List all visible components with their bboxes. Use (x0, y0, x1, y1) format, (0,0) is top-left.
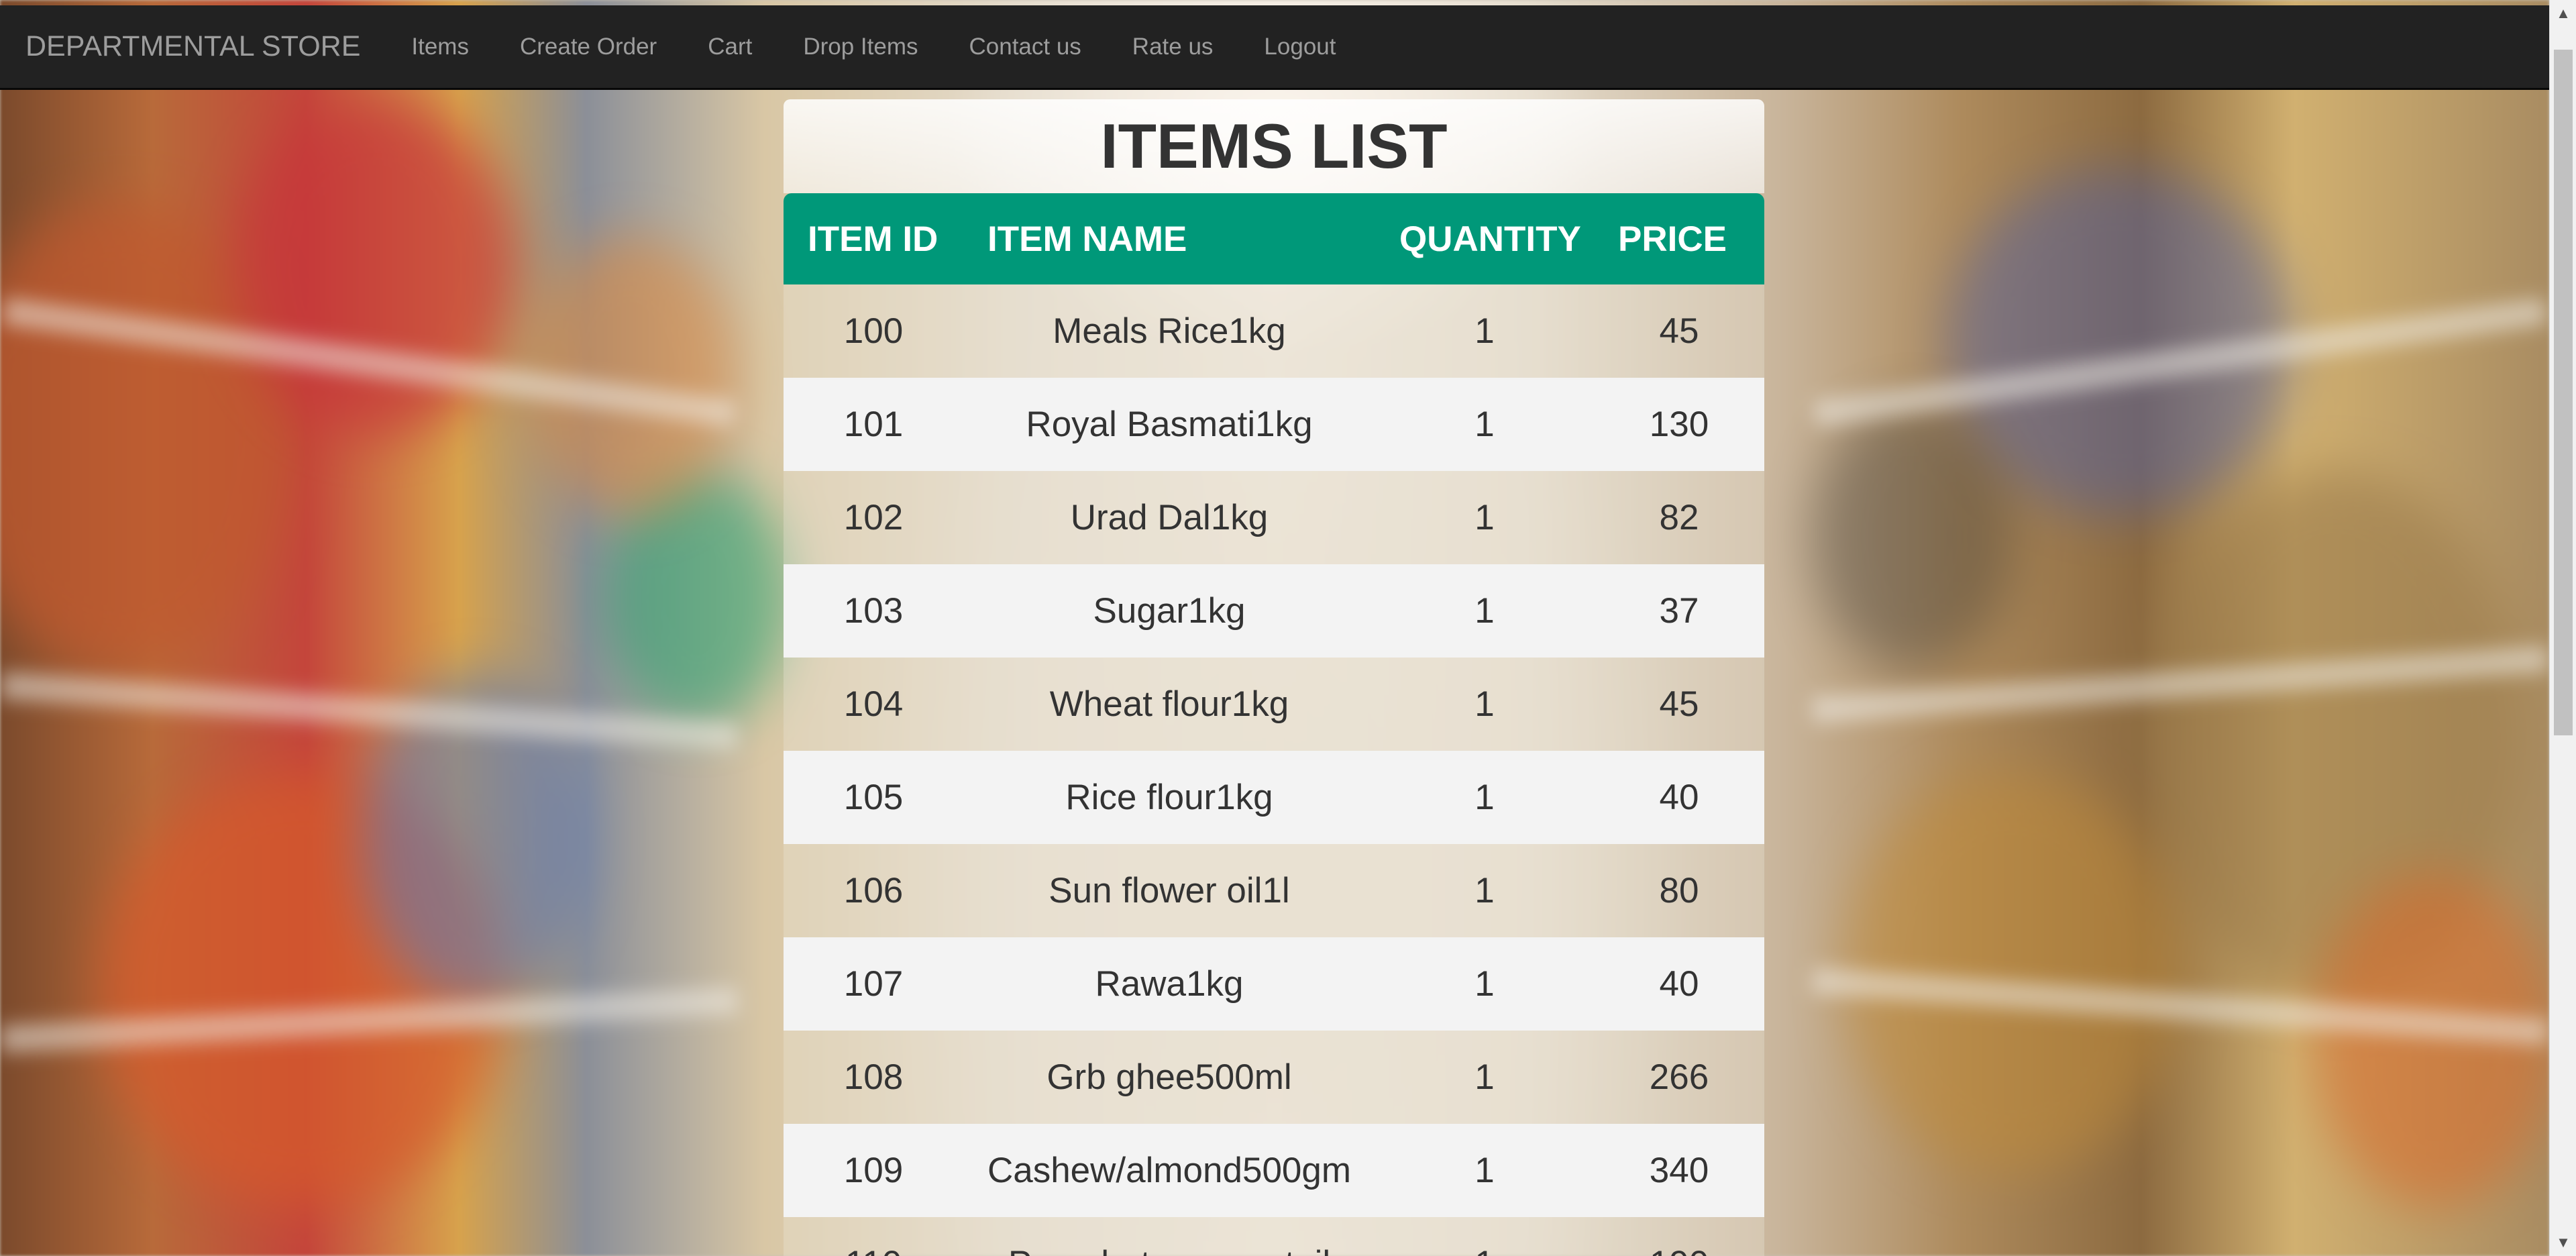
cell-price: 190 (1594, 1217, 1764, 1256)
cell-price: 40 (1659, 964, 1699, 1004)
cell-price: 45 (1659, 311, 1699, 351)
table-row: 107 Rawa1kg 1 40 (784, 937, 1764, 1031)
table-row: 110 Parachutecoconutoil 1 190 (784, 1217, 1764, 1256)
nav-link-contact-us[interactable]: Contact us (943, 34, 1106, 60)
vertical-scrollbar[interactable]: ▲ ▼ (2549, 0, 2576, 1256)
cell-item-id: 100 (843, 311, 904, 351)
table-row: 100 Meals Rice1kg 1 45 (784, 284, 1764, 378)
top-navbar: DEPARTMENTAL STORE Items Create Order Ca… (0, 5, 2549, 90)
cell-item-id: 107 (843, 964, 904, 1004)
column-header-item-id: ITEM ID (808, 219, 938, 259)
cell-price: 130 (1649, 405, 1709, 444)
page-title: ITEMS LIST (784, 99, 1764, 193)
cell-item-name: Parachutecoconutoil (963, 1217, 1375, 1256)
cell-item-id: 108 (843, 1057, 904, 1097)
table-row: 104 Wheat flour1kg 1 45 (784, 658, 1764, 751)
scrollbar-thumb[interactable] (2554, 50, 2573, 735)
cell-item-id: 102 (843, 498, 904, 537)
cell-item-name: Grb ghee500ml (1046, 1057, 1292, 1097)
column-header-item-name: ITEM NAME (987, 219, 1187, 259)
cell-quantity: 1 (1375, 1217, 1594, 1256)
table-row: 105 Rice flour1kg 1 40 (784, 751, 1764, 844)
cell-item-name: Rice flour1kg (1065, 778, 1273, 817)
cell-item-id: 104 (843, 684, 904, 724)
cell-price: 40 (1659, 778, 1699, 817)
items-table-body: 100 Meals Rice1kg 1 45 101 Royal Basmati… (784, 284, 1764, 1256)
cell-quantity: 1 (1474, 498, 1495, 537)
cell-item-id: 101 (843, 405, 904, 444)
cell-quantity: 1 (1474, 684, 1495, 724)
table-header-row: ITEM ID ITEM NAME QUANTITY PRICE (784, 193, 1764, 284)
cell-item-name: Cashew/almond500gm (987, 1151, 1352, 1190)
column-header-price: PRICE (1618, 219, 1727, 259)
nav-link-items[interactable]: Items (386, 34, 494, 60)
cell-price: 266 (1649, 1057, 1709, 1097)
cell-quantity: 1 (1474, 1151, 1495, 1190)
cell-item-id: 106 (843, 871, 904, 910)
table-row: 106 Sun flower oil1l 1 80 (784, 844, 1764, 937)
cell-item-id: 110 (784, 1217, 963, 1256)
cell-item-name: Urad Dal1kg (1070, 498, 1269, 537)
cell-price: 37 (1659, 591, 1699, 631)
items-table: ITEM ID ITEM NAME QUANTITY PRICE 100 Mea… (784, 193, 1764, 1256)
cell-item-name: Wheat flour1kg (1049, 684, 1289, 724)
nav-link-rate-us[interactable]: Rate us (1107, 34, 1239, 60)
cell-price: 82 (1659, 498, 1699, 537)
cell-item-name: Meals Rice1kg (1053, 311, 1286, 351)
table-row: 103 Sugar1kg 1 37 (784, 564, 1764, 658)
brand-logo-text[interactable]: DEPARTMENTAL STORE (25, 30, 360, 63)
cell-item-id: 103 (843, 591, 904, 631)
cell-item-name: Sugar1kg (1093, 591, 1246, 631)
cell-quantity: 1 (1474, 1057, 1495, 1097)
cell-price: 340 (1649, 1151, 1709, 1190)
nav-link-logout[interactable]: Logout (1238, 34, 1361, 60)
nav-link-cart[interactable]: Cart (682, 34, 777, 60)
cell-quantity: 1 (1474, 778, 1495, 817)
cell-item-name: Sun flower oil1l (1049, 871, 1290, 910)
table-row: 108 Grb ghee500ml 1 266 (784, 1031, 1764, 1124)
cell-item-name: Rawa1kg (1095, 964, 1244, 1004)
cell-item-id: 109 (843, 1151, 904, 1190)
cell-item-name: Royal Basmati1kg (1026, 405, 1313, 444)
nav-link-drop-items[interactable]: Drop Items (777, 34, 943, 60)
scroll-down-arrow-icon[interactable]: ▼ (2550, 1229, 2576, 1256)
cell-item-id: 105 (843, 778, 904, 817)
nav-link-create-order[interactable]: Create Order (494, 34, 682, 60)
cell-price: 45 (1659, 684, 1699, 724)
table-row: 102 Urad Dal1kg 1 82 (784, 471, 1764, 564)
cell-quantity: 1 (1474, 311, 1495, 351)
table-row: 109 Cashew/almond500gm 1 340 (784, 1124, 1764, 1217)
page-title-text: ITEMS LIST (1100, 111, 1448, 181)
cell-quantity: 1 (1474, 591, 1495, 631)
cell-quantity: 1 (1474, 964, 1495, 1004)
column-header-quantity: QUANTITY (1399, 219, 1581, 259)
cell-quantity: 1 (1474, 871, 1495, 910)
table-row: 101 Royal Basmati1kg 1 130 (784, 378, 1764, 471)
cell-quantity: 1 (1474, 405, 1495, 444)
cell-price: 80 (1659, 871, 1699, 910)
items-table-header: ITEM ID ITEM NAME QUANTITY PRICE (784, 193, 1764, 284)
scroll-up-arrow-icon[interactable]: ▲ (2550, 0, 2576, 27)
items-panel: ITEMS LIST ITEM ID ITEM NAME QUANTITY PR… (784, 90, 1764, 1256)
